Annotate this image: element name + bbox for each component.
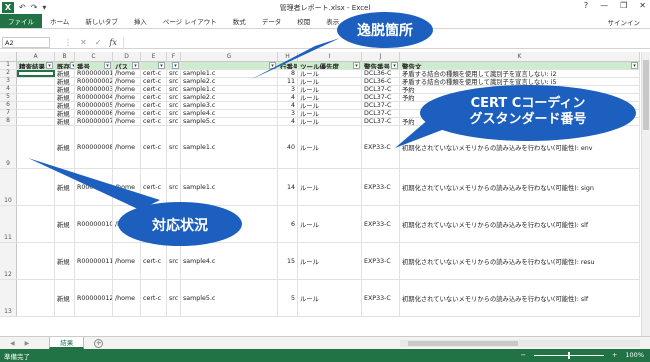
status-callout-text: 対応状況 [152,218,208,234]
cert-callout-line1: CERT Cコーディン [470,96,586,111]
status-callout-pointer [28,158,160,210]
cert-callout-line2: グスタンダード番号 [469,112,587,127]
deviation-callout-pointer [250,38,340,80]
deviation-callout-text: 逸脱箇所 [357,23,413,39]
cert-callout-text: CERT Cコーディン グスタンダード番号 [430,96,626,128]
callout-overlay [28,12,636,246]
